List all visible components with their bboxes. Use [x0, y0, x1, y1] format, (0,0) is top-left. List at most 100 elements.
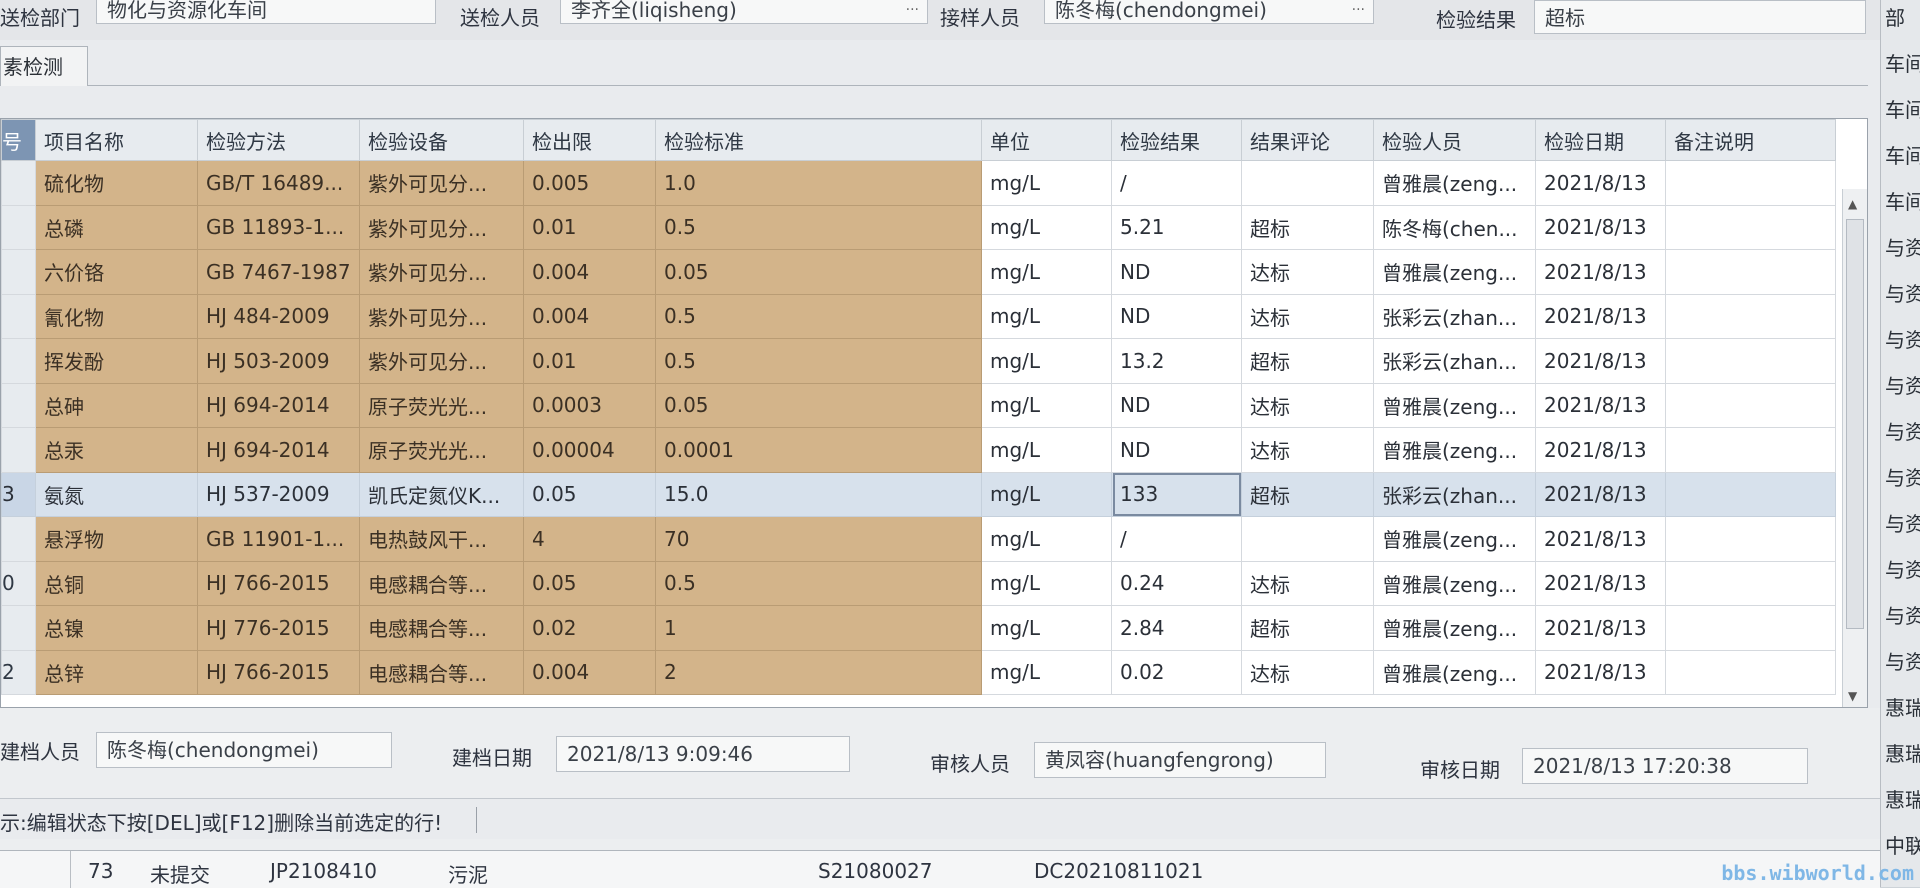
cell-comment[interactable]: 达标 — [1241, 249, 1374, 295]
cell-row-number[interactable] — [1, 204, 36, 250]
table-row[interactable]: 总砷 HJ 694-2014 原子荧光光... 0.0003 0.05 mg/L ND 达标曾… — [1, 382, 1836, 428]
cell-detection-limit[interactable]: 0.05 — [523, 471, 656, 517]
cell-comment[interactable]: 超标 — [1241, 605, 1374, 651]
cell-item-name[interactable]: 总汞 — [35, 427, 198, 473]
table-row[interactable]: 总磷 GB 11893-1... 紫外可见分... 0.01 0.5 mg/L 5.21 超标… — [1, 204, 1836, 250]
table-row[interactable]: 六价铬 GB 7467-1987 紫外可见分... 0.004 0.05 mg/L ND 达标… — [1, 249, 1836, 295]
cell-standard[interactable]: 0.5 — [655, 293, 982, 339]
cell-method[interactable]: GB/T 16489... — [197, 160, 360, 206]
cell-standard[interactable]: 1.0 — [655, 160, 982, 206]
cell-method[interactable]: HJ 766-2015 — [197, 649, 360, 695]
cell-inspector[interactable]: 曾雅晨(zeng... — [1373, 605, 1536, 651]
cell-row-number[interactable] — [1, 605, 36, 651]
cell-date[interactable]: 2021/8/13 — [1535, 516, 1666, 562]
creator-field[interactable]: 陈冬梅(chendongmei) — [96, 732, 392, 768]
cell-comment[interactable] — [1241, 516, 1374, 562]
col-header-inspector[interactable]: 检验人员 — [1373, 119, 1536, 161]
cell-method[interactable]: HJ 766-2015 — [197, 560, 360, 606]
col-header-result[interactable]: 检验结果 — [1111, 119, 1242, 161]
cell-method[interactable]: HJ 694-2014 — [197, 427, 360, 473]
cell-result[interactable]: ND — [1111, 293, 1242, 339]
col-header-date[interactable]: 检验日期 — [1535, 119, 1666, 161]
col-header-num[interactable]: 号 — [1, 119, 36, 161]
cell-inspector[interactable]: 张彩云(zhan... — [1373, 293, 1536, 339]
cell-note[interactable] — [1665, 249, 1836, 295]
cell-comment[interactable]: 达标 — [1241, 649, 1374, 695]
table-row[interactable]: 总镍 HJ 776-2015 电感耦合等... 0.02 1 mg/L 2.84 超标 曾雅晨(… — [1, 605, 1836, 651]
scroll-up-icon[interactable]: ▲ — [1848, 197, 1857, 211]
table-row[interactable]: 2 总锌 HJ 766-2015 电感耦合等... 0.004 2 mg/L 0.02 达标 曾雅… — [1, 649, 1836, 695]
cell-result[interactable]: 13.2 — [1111, 338, 1242, 384]
cell-comment[interactable]: 超标 — [1241, 338, 1374, 384]
cell-comment[interactable]: 超标 — [1241, 204, 1374, 250]
cell-result[interactable]: / — [1111, 160, 1242, 206]
cell-unit[interactable]: mg/L — [981, 204, 1112, 250]
cell-detection-limit[interactable]: 0.0003 — [523, 382, 656, 428]
cell-note[interactable] — [1665, 160, 1836, 206]
cell-note[interactable] — [1665, 338, 1836, 384]
cell-row-number[interactable]: 3 — [1, 471, 36, 517]
cell-note[interactable] — [1665, 605, 1836, 651]
cell-inspector[interactable]: 陈冬梅(chen... — [1373, 204, 1536, 250]
cell-item-name[interactable]: 硫化物 — [35, 160, 198, 206]
table-row[interactable]: 氰化物 HJ 484-2009 紫外可见分... 0.004 0.5 mg/L ND 达标 张彩… — [1, 293, 1836, 339]
cell-note[interactable] — [1665, 427, 1836, 473]
ellipsis-icon[interactable]: ··· — [1352, 0, 1365, 23]
cell-method[interactable]: GB 11901-1... — [197, 516, 360, 562]
cell-item-name[interactable]: 总镍 — [35, 605, 198, 651]
cell-item-name[interactable]: 总锌 — [35, 649, 198, 695]
cell-date[interactable]: 2021/8/13 — [1535, 382, 1666, 428]
cell-unit[interactable]: mg/L — [981, 516, 1112, 562]
cell-comment[interactable]: 超标 — [1241, 471, 1374, 517]
cell-inspector[interactable]: 张彩云(zhan... — [1373, 338, 1536, 384]
cell-date[interactable]: 2021/8/13 — [1535, 471, 1666, 517]
result-field[interactable]: 超标 — [1534, 0, 1866, 34]
cell-standard[interactable]: 0.5 — [655, 338, 982, 384]
cell-detection-limit[interactable]: 0.05 — [523, 560, 656, 606]
cell-device[interactable]: 紫外可见分... — [359, 204, 524, 250]
cell-detection-limit[interactable]: 4 — [523, 516, 656, 562]
cell-method[interactable]: HJ 484-2009 — [197, 293, 360, 339]
table-row[interactable]: 挥发酚 HJ 503-2009 紫外可见分... 0.01 0.5 mg/L 13.2 超标张… — [1, 338, 1836, 384]
cell-standard[interactable]: 0.05 — [655, 382, 982, 428]
cell-standard[interactable]: 2 — [655, 649, 982, 695]
table-row[interactable]: 3 氨氮 HJ 537-2009 凯氏定氮仪K... 0.05 15.0 mg/L 133 超标… — [1, 471, 1836, 517]
cell-unit[interactable]: mg/L — [981, 605, 1112, 651]
table-row[interactable]: 硫化物 GB/T 16489... 紫外可见分... 0.005 1.0 mg/L / 曾雅晨… — [1, 160, 1836, 206]
cell-date[interactable]: 2021/8/13 — [1535, 249, 1666, 295]
cell-note[interactable] — [1665, 204, 1836, 250]
cell-device[interactable]: 原子荧光光... — [359, 382, 524, 428]
cell-result[interactable]: 2.84 — [1111, 605, 1242, 651]
cell-comment[interactable] — [1241, 160, 1374, 206]
cell-standard[interactable]: 70 — [655, 516, 982, 562]
cell-standard[interactable]: 0.5 — [655, 560, 982, 606]
cell-device[interactable]: 紫外可见分... — [359, 160, 524, 206]
cell-method[interactable]: HJ 503-2009 — [197, 338, 360, 384]
reviewer-field[interactable]: 黄凤容(huangfengrong) — [1034, 742, 1326, 778]
col-header-method[interactable]: 检验方法 — [197, 119, 360, 161]
cell-standard[interactable]: 0.5 — [655, 204, 982, 250]
cell-standard[interactable]: 0.0001 — [655, 427, 982, 473]
cell-row-number[interactable] — [1, 338, 36, 384]
cell-note[interactable] — [1665, 516, 1836, 562]
cell-row-number[interactable] — [1, 382, 36, 428]
cell-date[interactable]: 2021/8/13 — [1535, 605, 1666, 651]
col-header-name[interactable]: 项目名称 — [35, 119, 198, 161]
cell-date[interactable]: 2021/8/13 — [1535, 293, 1666, 339]
col-header-limit[interactable]: 检出限 — [523, 119, 656, 161]
cell-row-number[interactable] — [1, 516, 36, 562]
cell-comment[interactable]: 达标 — [1241, 293, 1374, 339]
cell-note[interactable] — [1665, 649, 1836, 695]
cell-standard[interactable]: 1 — [655, 605, 982, 651]
cell-unit[interactable]: mg/L — [981, 338, 1112, 384]
cell-date[interactable]: 2021/8/13 — [1535, 560, 1666, 606]
cell-item-name[interactable]: 总砷 — [35, 382, 198, 428]
cell-note[interactable] — [1665, 293, 1836, 339]
col-header-unit[interactable]: 单位 — [981, 119, 1112, 161]
cell-device[interactable]: 电热鼓风干... — [359, 516, 524, 562]
table-row[interactable]: 0 总铜 HJ 766-2015 电感耦合等... 0.05 0.5 mg/L 0.24 达标曾… — [1, 560, 1836, 606]
cell-result[interactable]: 5.21 — [1111, 204, 1242, 250]
cell-detection-limit[interactable]: 0.004 — [523, 293, 656, 339]
cell-method[interactable]: HJ 776-2015 — [197, 605, 360, 651]
table-row[interactable]: 总汞 HJ 694-2014 原子荧光光... 0.00004 0.0001 mg/L ND… — [1, 427, 1836, 473]
